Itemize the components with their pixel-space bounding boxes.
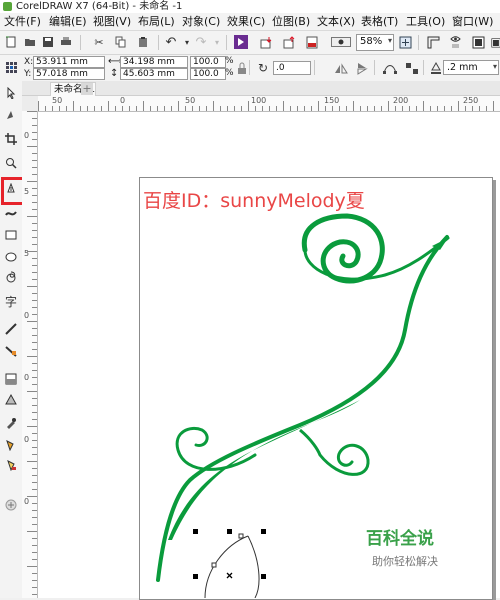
node-handle[interactable] [238, 533, 244, 539]
watermark-slogan: 助你轻松解决 [372, 555, 438, 568]
vine-main-stem-thick[interactable] [168, 400, 360, 540]
node-handle[interactable] [211, 562, 217, 568]
selection-handle[interactable] [261, 574, 266, 579]
center-marker [226, 572, 233, 579]
artwork-layer [156, 213, 450, 598]
vine-right-curl[interactable] [318, 443, 370, 476]
vine-top-tail[interactable] [303, 236, 450, 281]
selection-handle[interactable] [193, 529, 198, 534]
selection-handle[interactable] [227, 529, 232, 534]
watermark-brand: 百科全说 [366, 529, 434, 549]
vine-top-spiral[interactable] [301, 213, 385, 284]
vine-right-curl-stem[interactable] [299, 428, 322, 456]
watermark-baidu-id: 百度ID：sunnyMelody夏 [143, 190, 365, 212]
selection-handle[interactable] [193, 574, 198, 579]
selection-handle[interactable] [261, 529, 266, 534]
